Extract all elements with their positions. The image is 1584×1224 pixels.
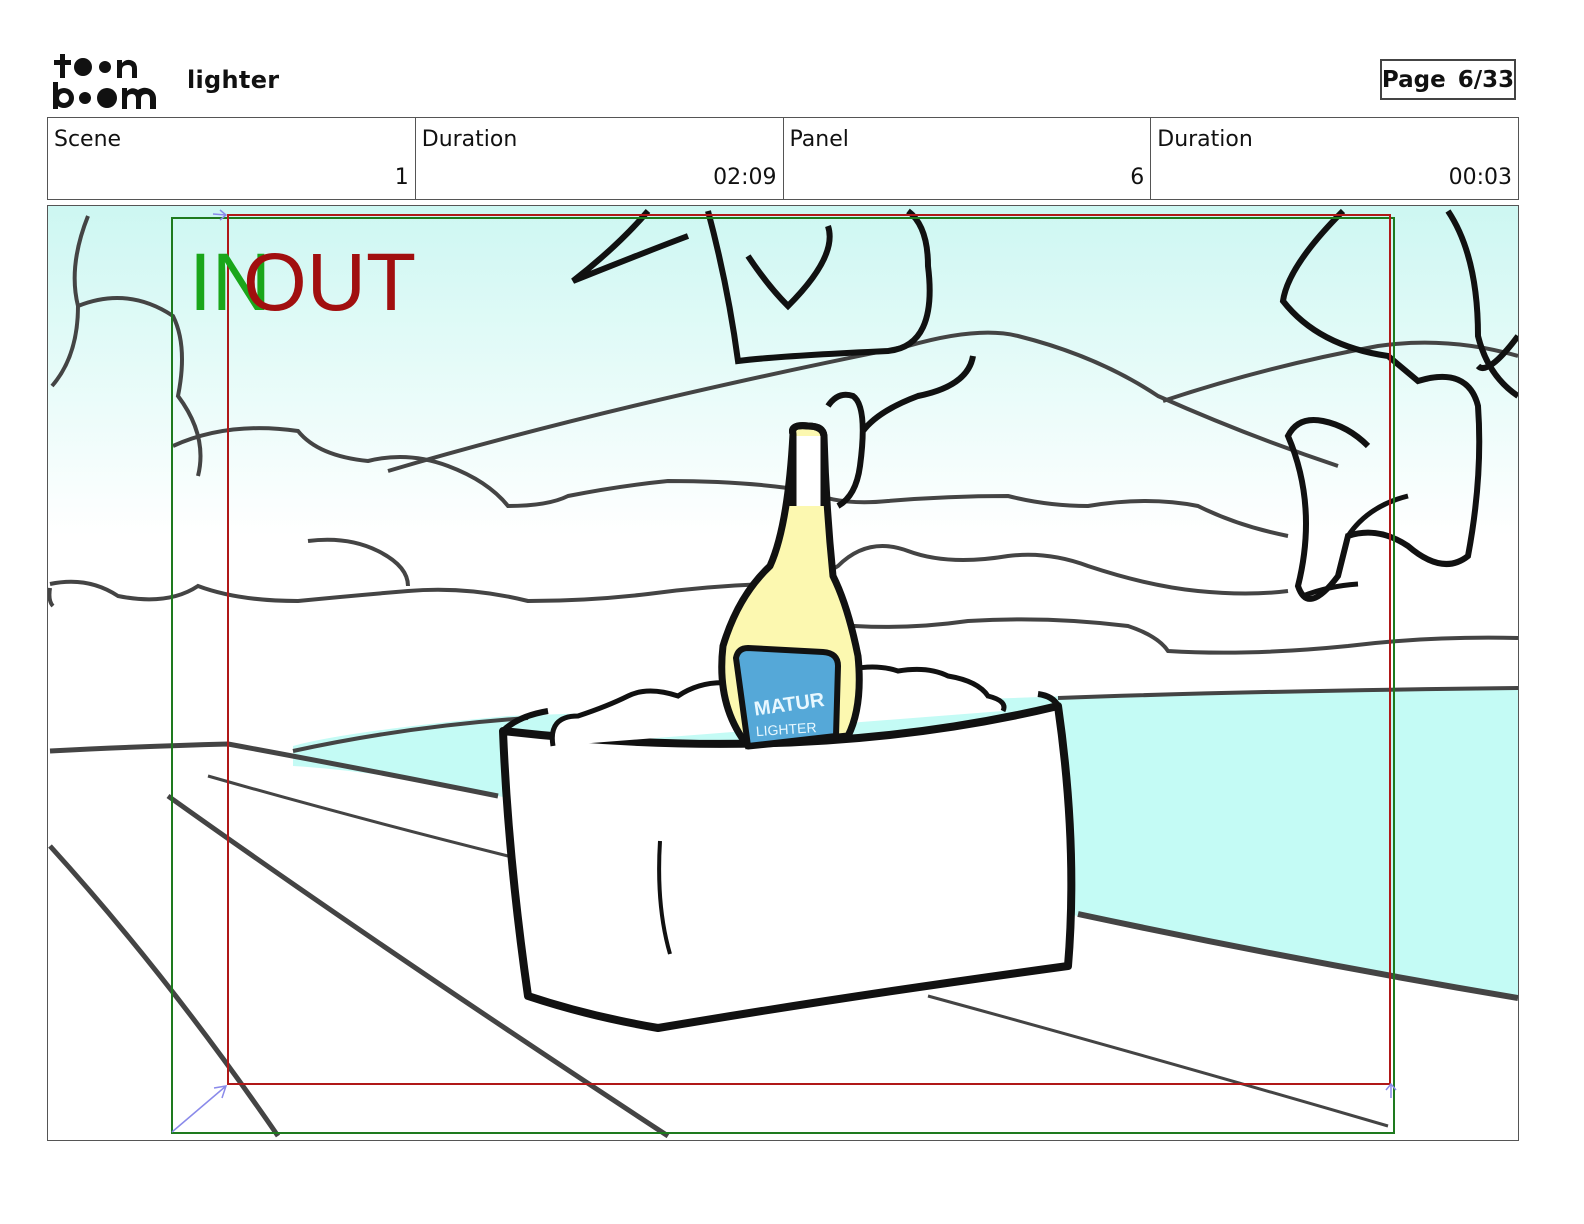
panel-duration-cell: Duration 00:03	[1151, 118, 1518, 199]
panel-label: Panel	[789, 127, 849, 152]
out-marker: OUT	[243, 237, 417, 328]
panel-duration-label: Duration	[1157, 127, 1253, 152]
page-label: Page	[1381, 66, 1446, 93]
scene-cell: Scene 1	[48, 118, 416, 199]
deck-line-4	[48, 844, 281, 1138]
scene-duration-value: 02:09	[713, 165, 777, 190]
hill-band-middle	[49, 544, 1289, 604]
project-title: lighter	[187, 66, 280, 94]
hill-band-lower	[827, 617, 1518, 655]
storyboard-panel: MATUR LIGHTER IN OUT	[47, 205, 1519, 1141]
panel-cell: Panel 6	[784, 118, 1152, 199]
camera-move-arrow-bl	[171, 1085, 228, 1133]
scene-value: 1	[394, 165, 409, 190]
panel-info-table: Scene 1 Duration 02:09 Panel 6 Duration …	[47, 117, 1519, 200]
scene-duration-label: Duration	[421, 127, 518, 152]
panel-duration-value: 00:03	[1448, 165, 1512, 190]
scene-label: Scene	[54, 127, 122, 152]
panel-drawing: MATUR LIGHTER	[48, 206, 1518, 1139]
toon-boom-logo	[53, 54, 156, 109]
scene-duration-cell: Duration 02:09	[416, 118, 784, 199]
page-indicator: Page 6/33	[1380, 59, 1516, 100]
panel-value: 6	[1130, 165, 1145, 190]
page-number: 6/33	[1457, 66, 1515, 93]
cooler-box	[499, 702, 1076, 1032]
deck-line-5	[927, 994, 1389, 1128]
